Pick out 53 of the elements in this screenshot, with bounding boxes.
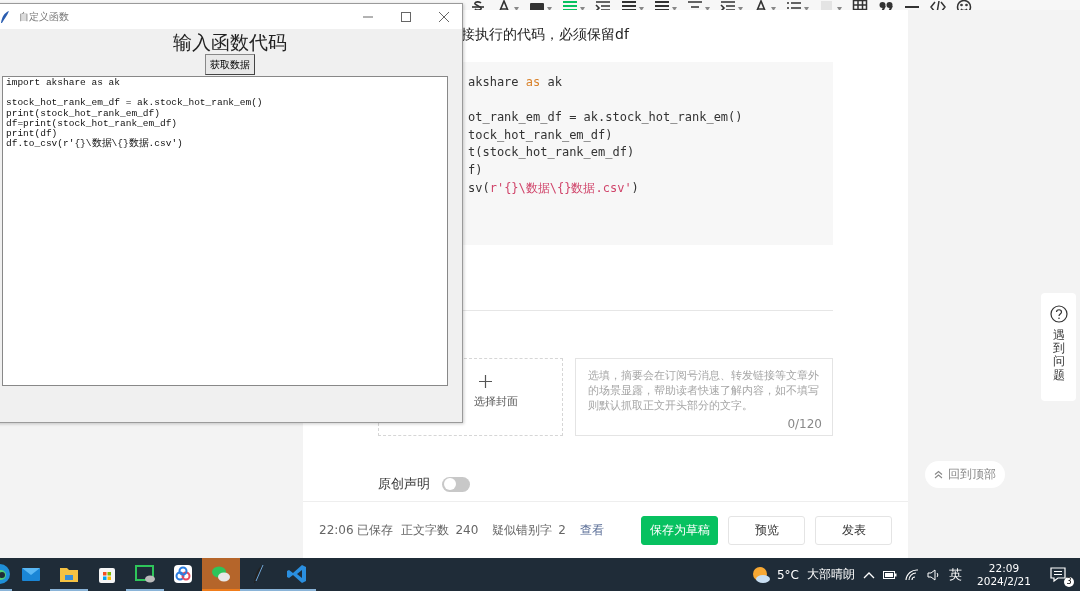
code-line: t(stock_hot_rank_em_df): [468, 144, 636, 162]
chevron-up-icon[interactable]: [863, 570, 875, 579]
wifi-icon[interactable]: [905, 568, 919, 581]
character-count: 0/120: [787, 417, 822, 431]
code-line: df.to_csv(r'{}\数据\{}数据.csv'): [6, 139, 184, 150]
input-method[interactable]: 英: [949, 565, 962, 584]
cover-label: 选择封面: [472, 394, 518, 409]
code-line: print(stock_hot_rank_em_df): [6, 108, 160, 119]
save-status: 22:06 已保存: [319, 521, 394, 539]
chevron-up-icon: [934, 470, 943, 479]
help-card[interactable]: 遇到问题: [1041, 293, 1076, 401]
code-line: df=print(stock_hot_rank_em_df): [6, 118, 179, 129]
code-line: import akshare as ak: [6, 78, 122, 89]
typo-label: 疑似错别字: [492, 521, 553, 539]
notification-button[interactable]: 3: [1050, 563, 1072, 586]
fetch-data-button[interactable]: 获取数据: [204, 54, 255, 75]
back-to-top-button[interactable]: 回到顶部: [925, 461, 1005, 488]
close-icon[interactable]: [438, 10, 450, 23]
monitor-icon: [134, 562, 156, 585]
code-line: f): [468, 161, 484, 179]
word-count: 240: [455, 523, 479, 537]
view-link[interactable]: 查看: [579, 521, 604, 539]
footer-button[interactable]: 发表: [815, 515, 892, 545]
volume-icon[interactable]: [927, 568, 941, 581]
plus-icon: [479, 375, 492, 388]
code-input[interactable]: import akshare as ak stock_hot_rank_em_df = ak.stock_hot_rank_em() print(stock_hot_rank_em_df) df=print(stock_hot_rank_em_df) print(df) df.to_csv(r'{}\数据\{}数据.csv'): [2, 76, 448, 386]
battery-icon[interactable]: [883, 569, 897, 580]
rings-icon: [172, 562, 194, 585]
footer-button[interactable]: 预览: [728, 515, 805, 545]
summary-placeholder: 选填，摘要会在订阅号消息、转发链接等文章外的场景显露，帮助读者快速了解内容，如不填写则默认抓取正文开头部分的文字。: [588, 368, 820, 413]
message-icon: [1050, 566, 1066, 583]
code-line: tock_hot_rank_em_df): [468, 126, 614, 144]
code-icon: [286, 562, 308, 585]
code-line: print(df): [6, 129, 58, 139]
original-label: 原创声明: [378, 475, 430, 493]
help-icon: [1049, 305, 1068, 323]
code-line: stock_hot_rank_em_df = ak.stock_hot_rank_em(): [6, 96, 264, 109]
notification-badge: 3: [1064, 576, 1074, 587]
clock[interactable]: 22:09 2024/2/21: [974, 561, 1034, 588]
window-title: 自定义函数: [19, 9, 69, 24]
code-line: akshare as ak: [468, 74, 563, 91]
summary-field[interactable]: 选填，摘要会在订阅号消息、转发链接等文章外的场景显露，帮助读者快速了解内容，如不填写则默认抓取正文开头部分的文字。 0/120: [575, 358, 833, 436]
weather-icon: [751, 564, 771, 585]
code-line: sv(r'{}\数据\{}数据.csv'): [468, 179, 640, 197]
dialog-heading: 输入函数代码: [172, 30, 287, 54]
word-count-label: 正文字数: [401, 521, 450, 539]
maximize-icon[interactable]: [400, 10, 412, 23]
weather-label: 大部晴朗: [807, 566, 855, 583]
temperature: 5°C: [777, 567, 799, 582]
toggle-switch[interactable]: [442, 476, 470, 492]
help-label: 遇到问题: [1052, 329, 1065, 382]
code-line: ot_rank_em_df = ak.stock_hot_rank_em(): [468, 109, 744, 127]
typo-count: 2: [558, 523, 566, 537]
